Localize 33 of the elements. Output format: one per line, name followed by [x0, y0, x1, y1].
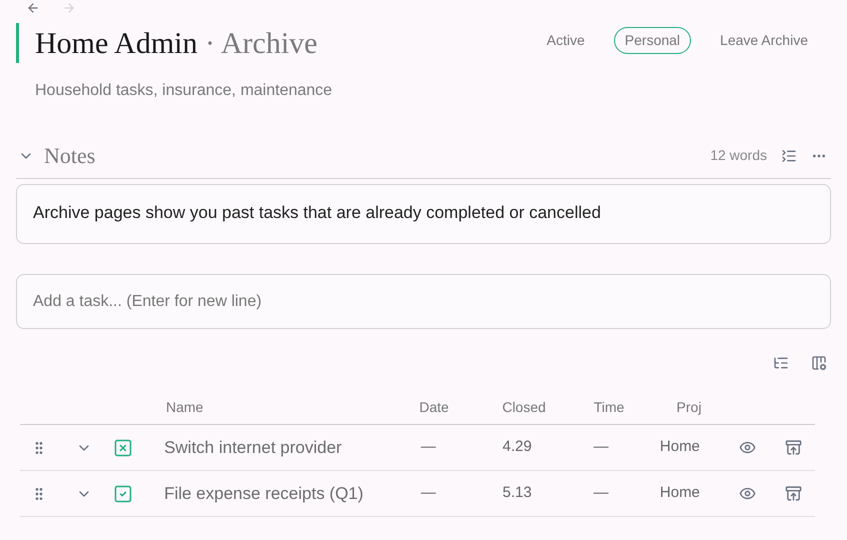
time-cell-text: — — [592, 437, 610, 458]
checkbox-icon[interactable] — [112, 484, 133, 504]
task-name: File expense receipts (Q1) — [163, 482, 364, 505]
filter-tab[interactable]: Leave Archive — [709, 27, 819, 54]
closed-cell-text: 5.13 — [502, 483, 533, 504]
column-header[interactable]: Name — [164, 397, 394, 418]
date-cell-text: — — [420, 483, 437, 504]
filter-tab[interactable]: Active — [536, 27, 596, 54]
project-cell-text: Home — [658, 437, 701, 458]
project-cell-text: Home — [658, 483, 701, 504]
column-header[interactable]: Time — [574, 397, 644, 418]
eye-icon[interactable] — [739, 439, 756, 456]
column-settings-icon[interactable] — [811, 355, 827, 371]
unarchive-icon[interactable] — [784, 485, 802, 502]
task-name: Switch internet provider — [163, 436, 343, 459]
page-description: Household tasks, insurance, maintenance — [35, 81, 332, 101]
list-icon[interactable] — [781, 148, 797, 164]
unarchive-icon[interactable] — [784, 439, 802, 456]
column-header[interactable]: Closed — [474, 397, 574, 418]
tree-list-icon[interactable] — [773, 355, 789, 371]
notes-box[interactable]: Archive pages show you past tasks that are already completed or cancelled — [16, 184, 831, 244]
page-title: Home Admin · Archive — [35, 26, 318, 62]
eye-icon[interactable] — [739, 485, 756, 502]
word-count: 12 words — [710, 146, 767, 165]
column-header[interactable]: Date — [394, 397, 474, 418]
column-header[interactable]: Proj — [644, 397, 734, 418]
x-box-icon[interactable] — [112, 438, 133, 458]
date-cell-text: — — [420, 437, 437, 458]
notes-title: Notes — [44, 142, 96, 170]
time-cell-text: — — [592, 483, 610, 504]
task-input-field[interactable]: Add a task... (Enter for new line) — [16, 274, 831, 329]
filter-tab[interactable]: Personal — [614, 27, 692, 54]
closed-cell-text: 4.29 — [502, 437, 533, 458]
